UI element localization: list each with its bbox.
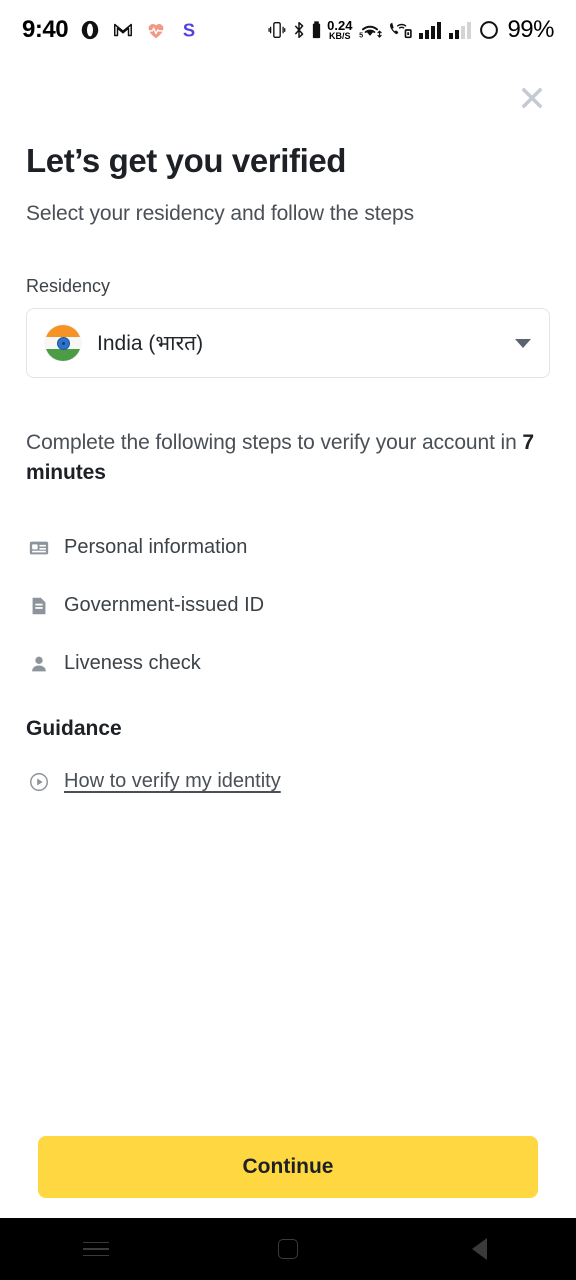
s-app-icon: S — [178, 19, 200, 41]
heart-rate-icon — [145, 19, 167, 41]
battery-bar-icon — [312, 20, 321, 40]
page-title: Let’s get you verified — [26, 142, 347, 179]
status-clock: 9:40 — [22, 16, 69, 43]
india-flag-icon — [45, 325, 81, 361]
step-label: Government-issued ID — [64, 594, 265, 617]
bluetooth-icon — [292, 20, 306, 40]
back-button[interactable] — [384, 1218, 576, 1280]
status-bar-left: 9:40 S — [22, 16, 200, 44]
guidance-heading: Guidance — [26, 716, 122, 740]
wifi-icon: 5 — [358, 20, 383, 40]
step-label: Personal information — [64, 536, 248, 559]
guidance-link-label[interactable]: How to verify my identity — [64, 770, 281, 793]
main-content: Let’s get you verified Select your resid… — [0, 60, 576, 809]
network-generation-label: 5 — [360, 31, 364, 40]
status-bar-right: 0.24 KB/S 5 99% — [268, 16, 554, 44]
recents-hamburger-icon — [82, 1237, 109, 1262]
play-circle-icon — [26, 771, 52, 793]
signal-bars-sim1-icon — [418, 20, 442, 40]
back-triangle-icon — [471, 1238, 487, 1260]
home-square-icon — [277, 1239, 298, 1259]
residency-label: Residency — [26, 276, 111, 296]
home-button[interactable] — [192, 1218, 384, 1280]
android-navigation-bar — [0, 1218, 576, 1280]
battery-percent-label: 99% — [507, 16, 554, 43]
steps-list: Personal information Government-issued I… — [26, 519, 550, 693]
cta-container: Continue — [0, 1136, 576, 1198]
residency-select[interactable]: India (भारत) — [26, 308, 550, 378]
close-icon — [522, 88, 542, 108]
vowifi-call-icon — [388, 20, 413, 40]
chevron-down-icon — [515, 338, 531, 348]
continue-button[interactable]: Continue — [38, 1136, 538, 1198]
opera-icon — [79, 19, 101, 41]
network-speed-unit: KB/S — [329, 31, 351, 41]
step-label: Liveness check — [64, 652, 201, 675]
gmail-icon — [112, 19, 134, 41]
residency-selected-value: India (भारत) — [97, 332, 204, 355]
person-icon — [26, 653, 52, 675]
close-row — [26, 60, 550, 120]
close-button[interactable] — [514, 80, 550, 116]
guidance-link-row[interactable]: How to verify my identity — [26, 755, 550, 809]
step-government-issued-id: Government-issued ID — [26, 577, 550, 635]
status-bar: 9:40 S 0.24 KB/S 5 99% — [0, 0, 576, 60]
network-speed-indicator: 0.24 KB/S — [327, 19, 352, 41]
step-personal-information: Personal information — [26, 519, 550, 577]
recents-button[interactable] — [0, 1218, 192, 1280]
id-card-icon — [26, 537, 52, 559]
summary-prefix: Complete the following steps to verify y… — [26, 431, 523, 454]
verification-summary: Complete the following steps to verify y… — [26, 428, 550, 489]
battery-circle-icon — [478, 19, 500, 41]
page-subtitle: Select your residency and follow the ste… — [26, 202, 415, 225]
document-icon — [26, 595, 52, 617]
svg-text:S: S — [183, 19, 195, 40]
vibrate-icon — [268, 20, 286, 40]
signal-bars-sim2-icon — [448, 20, 472, 40]
step-liveness-check: Liveness check — [26, 635, 550, 693]
